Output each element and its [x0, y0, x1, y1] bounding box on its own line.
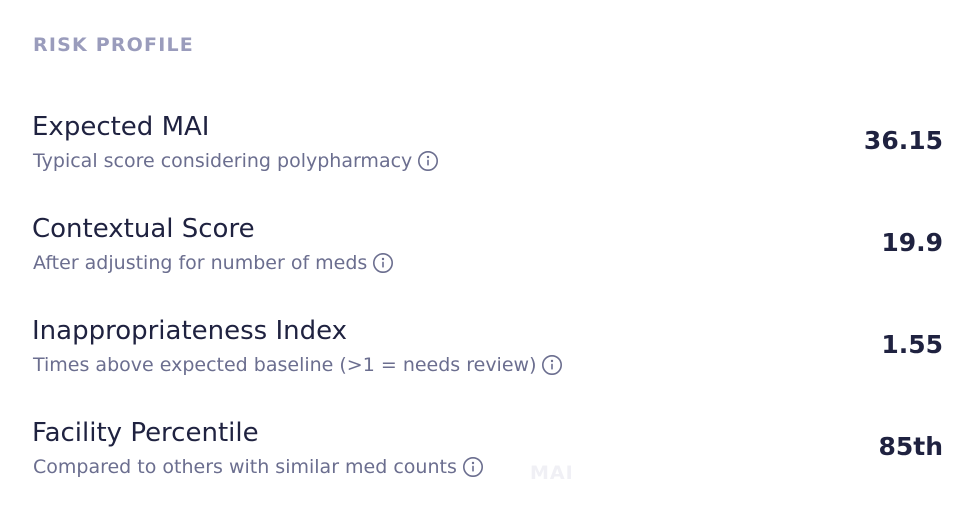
- metric-description-text: Times above expected baseline (>1 = need…: [33, 354, 537, 376]
- metric-facility-percentile: Facility Percentile Compared to others w…: [32, 418, 943, 498]
- risk-profile-panel: RISK PROFILE Expected MAI Typical score …: [0, 0, 976, 521]
- metric-value: 1.55: [881, 330, 943, 359]
- section-title: RISK PROFILE: [33, 34, 194, 56]
- metric-value: 19.9: [881, 228, 943, 257]
- metric-name: Expected MAI: [32, 112, 210, 142]
- metric-description: Times above expected baseline (>1 = need…: [33, 354, 563, 376]
- metric-name: Contextual Score: [32, 214, 255, 244]
- metric-name: Inappropriateness Index: [32, 316, 348, 346]
- metric-contextual-score: Contextual Score After adjusting for num…: [32, 214, 943, 294]
- metric-description-text: Compared to others with similar med coun…: [33, 456, 457, 478]
- faded-background-text: MAI: [530, 462, 574, 484]
- metric-description: Compared to others with similar med coun…: [33, 456, 484, 478]
- metric-expected-mai: Expected MAI Typical score considering p…: [32, 112, 943, 192]
- info-icon[interactable]: [417, 150, 439, 172]
- metric-description-text: Typical score considering polypharmacy: [33, 150, 413, 172]
- info-icon[interactable]: [462, 456, 484, 478]
- metric-value: 85th: [878, 432, 943, 461]
- metric-description: Typical score considering polypharmacy: [33, 150, 439, 172]
- metric-value: 36.15: [863, 126, 943, 155]
- metric-inappropriateness-index: Inappropriateness Index Times above expe…: [32, 316, 943, 396]
- metric-description-text: After adjusting for number of meds: [33, 252, 368, 274]
- metric-description: After adjusting for number of meds: [33, 252, 394, 274]
- info-icon[interactable]: [372, 252, 394, 274]
- info-icon[interactable]: [541, 354, 563, 376]
- metric-name: Facility Percentile: [32, 418, 259, 448]
